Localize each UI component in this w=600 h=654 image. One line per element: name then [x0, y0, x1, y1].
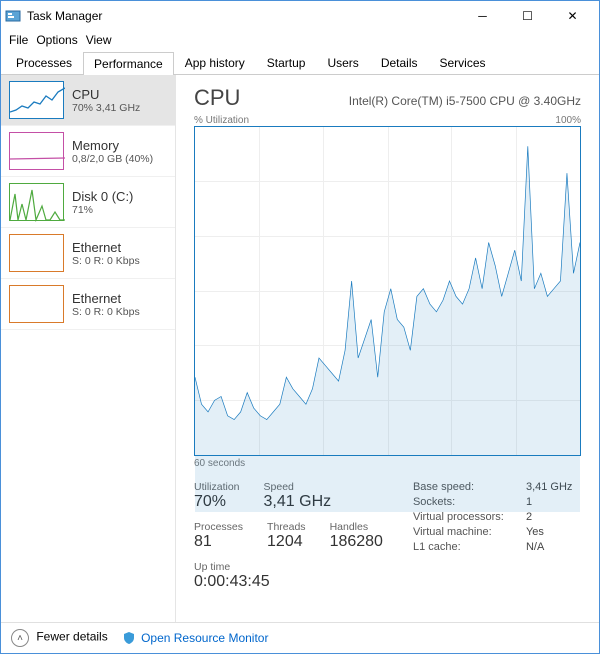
shield-icon: [122, 631, 136, 645]
axis-left-label: % Utilization: [194, 115, 249, 126]
stat-label: Processes: [194, 521, 243, 533]
tab-processes[interactable]: Processes: [5, 51, 83, 74]
axis-right-label: 100%: [555, 115, 581, 126]
fewer-details-button[interactable]: ˄ Fewer details: [11, 629, 108, 647]
tab-startup[interactable]: Startup: [256, 51, 317, 74]
sidebar-item-label: Ethernet: [72, 291, 140, 306]
menu-options[interactable]: Options: [36, 33, 77, 47]
stat-processes: Processes 81: [194, 521, 243, 551]
stat-label: Up time: [194, 561, 383, 573]
sidebar-item-label: Ethernet: [72, 240, 140, 255]
tab-services[interactable]: Services: [429, 51, 497, 74]
page-title: CPU: [194, 85, 240, 111]
window-controls: ─ ☐ ✕: [460, 1, 595, 31]
sidebar-item-disk[interactable]: Disk 0 (C:) 71%: [1, 177, 175, 228]
kv-row: L1 cache:N/A: [413, 541, 572, 553]
memory-thumb-icon: [9, 132, 64, 170]
stat-threads: Threads 1204: [267, 521, 306, 551]
stat-handles: Handles 186280: [330, 521, 383, 551]
cpu-line-graph: [195, 127, 580, 512]
main-panel: CPU Intel(R) Core(TM) i5-7500 CPU @ 3.40…: [176, 75, 599, 622]
tab-bar: Processes Performance App history Startu…: [1, 51, 599, 75]
sidebar-item-memory[interactable]: Memory 0,8/2,0 GB (40%): [1, 126, 175, 177]
sidebar-text: Memory 0,8/2,0 GB (40%): [72, 138, 153, 165]
sidebar-text: CPU 70% 3,41 GHz: [72, 87, 140, 114]
kv-row: Virtual machine:Yes: [413, 526, 572, 538]
main-header: CPU Intel(R) Core(TM) i5-7500 CPU @ 3.40…: [194, 85, 581, 111]
tab-app-history[interactable]: App history: [174, 51, 256, 74]
sidebar-item-sub: S: 0 R: 0 Kbps: [72, 306, 140, 318]
ethernet-thumb-icon: [9, 234, 64, 272]
footer: ˄ Fewer details Open Resource Monitor: [1, 622, 599, 653]
sidebar-item-sub: 70% 3,41 GHz: [72, 102, 140, 114]
menubar: File Options View: [1, 31, 599, 51]
sidebar-item-label: CPU: [72, 87, 140, 102]
sidebar-text: Ethernet S: 0 R: 0 Kbps: [72, 291, 140, 318]
sidebar-item-ethernet-1[interactable]: Ethernet S: 0 R: 0 Kbps: [1, 228, 175, 279]
menu-view[interactable]: View: [86, 33, 112, 47]
cpu-model: Intel(R) Core(TM) i5-7500 CPU @ 3.40GHz: [349, 94, 581, 108]
sidebar-item-sub: 71%: [72, 204, 133, 216]
stat-value: 0:00:43:45: [194, 573, 383, 591]
tab-users[interactable]: Users: [316, 51, 369, 74]
ethernet-thumb-icon: [9, 285, 64, 323]
disk-thumb-icon: [9, 183, 64, 221]
stat-value: 81: [194, 533, 243, 551]
close-button[interactable]: ✕: [550, 1, 595, 31]
minimize-button[interactable]: ─: [460, 1, 505, 31]
stat-label: Handles: [330, 521, 383, 533]
content-area: CPU 70% 3,41 GHz Memory 0,8/2,0 GB (40%): [1, 75, 599, 622]
sidebar-item-label: Disk 0 (C:): [72, 189, 133, 204]
chevron-up-icon: ˄: [11, 629, 29, 647]
task-manager-window: Task Manager ─ ☐ ✕ File Options View Pro…: [0, 0, 600, 654]
cpu-thumb-icon: [9, 81, 64, 119]
sidebar-text: Disk 0 (C:) 71%: [72, 189, 133, 216]
stat-value: 1204: [267, 533, 306, 551]
kv-row: Virtual processors:2: [413, 511, 572, 523]
open-resource-monitor-link[interactable]: Open Resource Monitor: [122, 631, 269, 646]
stat-label: Threads: [267, 521, 306, 533]
titlebar[interactable]: Task Manager ─ ☐ ✕: [1, 1, 599, 31]
sidebar-item-label: Memory: [72, 138, 153, 153]
sidebar-item-sub: S: 0 R: 0 Kbps: [72, 255, 140, 267]
menu-file[interactable]: File: [9, 33, 28, 47]
chart-axis-labels: % Utilization 100%: [194, 115, 581, 126]
performance-sidebar: CPU 70% 3,41 GHz Memory 0,8/2,0 GB (40%): [1, 75, 176, 622]
stat-value: 186280: [330, 533, 383, 551]
cpu-utilization-chart[interactable]: [194, 126, 581, 456]
sidebar-item-cpu[interactable]: CPU 70% 3,41 GHz: [1, 75, 175, 126]
maximize-button[interactable]: ☐: [505, 1, 550, 31]
sidebar-item-ethernet-2[interactable]: Ethernet S: 0 R: 0 Kbps: [1, 279, 175, 330]
tab-details[interactable]: Details: [370, 51, 429, 74]
tab-performance[interactable]: Performance: [83, 52, 174, 75]
app-icon: [5, 8, 21, 24]
sidebar-item-sub: 0,8/2,0 GB (40%): [72, 153, 153, 165]
stat-uptime: Up time 0:00:43:45: [194, 561, 383, 591]
window-title: Task Manager: [27, 9, 460, 23]
sidebar-text: Ethernet S: 0 R: 0 Kbps: [72, 240, 140, 267]
